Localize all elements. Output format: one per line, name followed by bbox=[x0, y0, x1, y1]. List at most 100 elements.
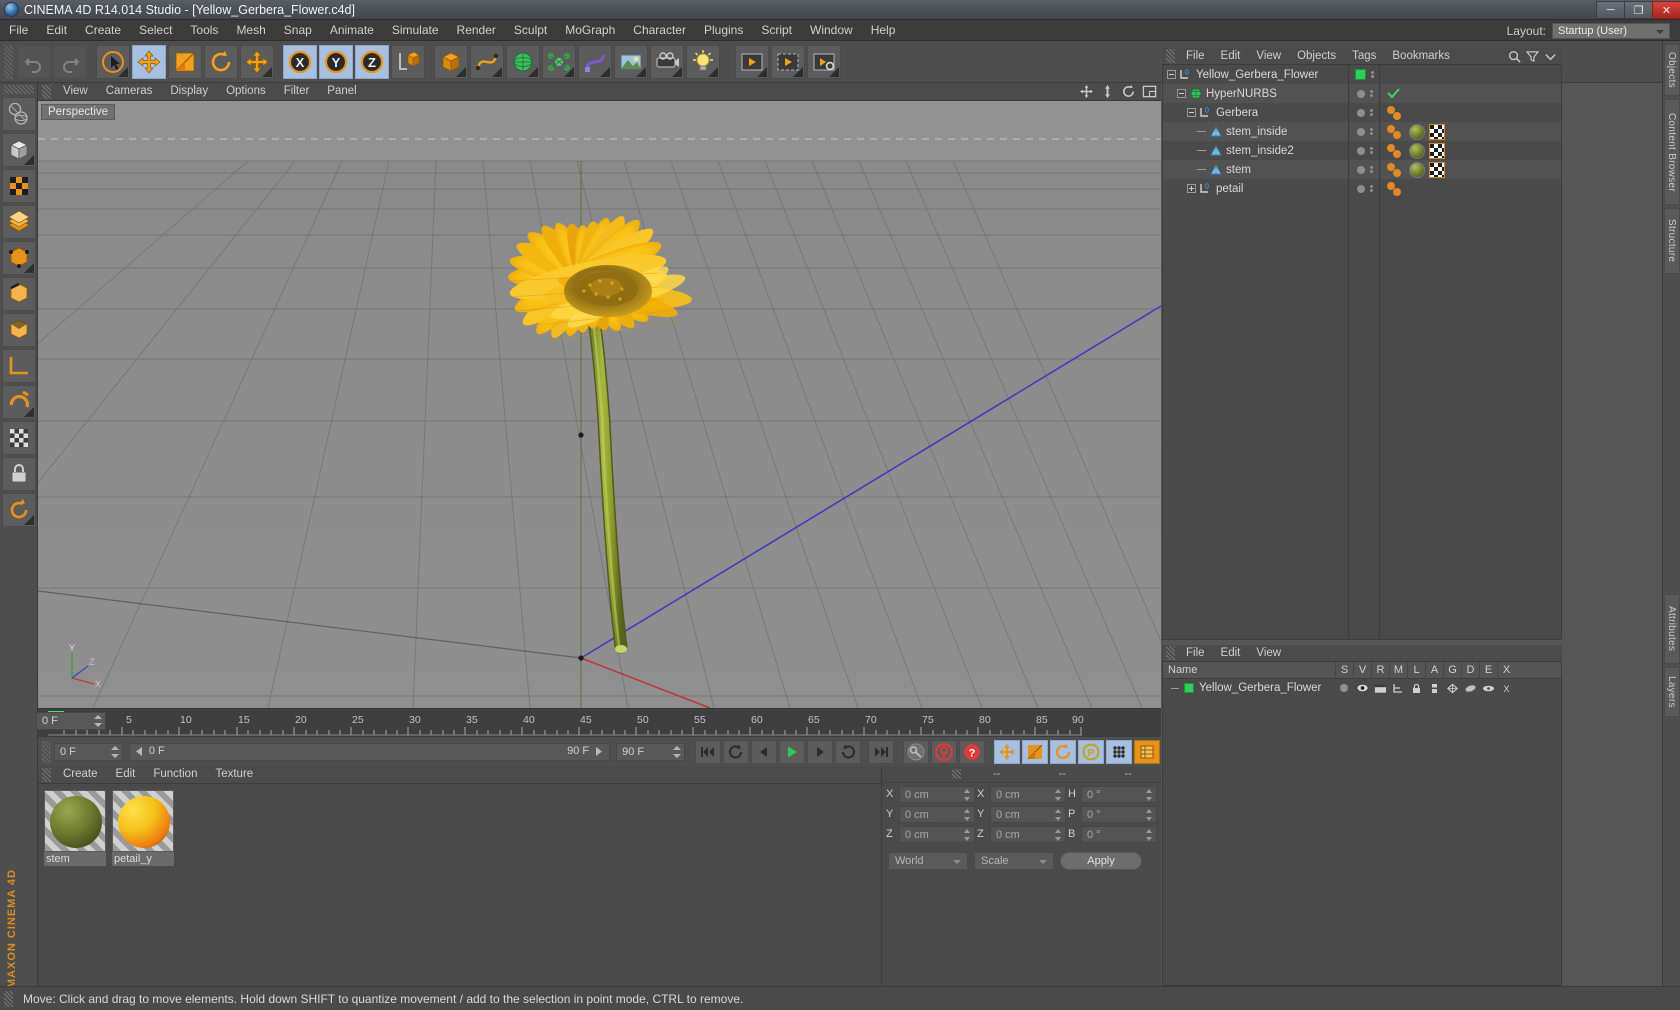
material-item[interactable]: stem bbox=[44, 790, 106, 866]
material-thumbnail[interactable] bbox=[112, 790, 174, 852]
visibility-dot-icon[interactable] bbox=[1356, 165, 1365, 174]
lm-menu-file[interactable]: File bbox=[1178, 645, 1213, 661]
axis-modify-button[interactable] bbox=[1, 493, 36, 527]
expander-toggle[interactable] bbox=[1187, 108, 1196, 117]
visibility-dot-icon[interactable] bbox=[1356, 89, 1365, 98]
layer-expression-cell[interactable] bbox=[1479, 684, 1497, 693]
minimize-button[interactable]: ─ bbox=[1596, 1, 1624, 19]
texture-axis-button[interactable] bbox=[1, 169, 36, 203]
visibility-dots-icon[interactable] bbox=[1371, 71, 1374, 78]
timeline-scrub-bar[interactable]: 0 F 90 F bbox=[128, 742, 611, 761]
mat-menu-function[interactable]: Function bbox=[144, 766, 206, 783]
coord-pos-x-field[interactable]: 0 cm bbox=[899, 785, 975, 803]
tags-row[interactable] bbox=[1381, 179, 1561, 198]
material-menubar-grip[interactable] bbox=[42, 767, 51, 782]
tags-row[interactable] bbox=[1381, 103, 1561, 122]
position-key-button[interactable] bbox=[994, 739, 1020, 764]
om-menu-objects[interactable]: Objects bbox=[1289, 48, 1344, 64]
dolly-icon[interactable] bbox=[1100, 84, 1115, 99]
mat-menu-create[interactable]: Create bbox=[54, 766, 107, 783]
menu-edit[interactable]: Edit bbox=[37, 20, 76, 41]
menu-character[interactable]: Character bbox=[624, 20, 695, 41]
tags-row[interactable] bbox=[1381, 65, 1561, 84]
om-menu-edit[interactable]: Edit bbox=[1213, 48, 1249, 64]
orange-tag-icon[interactable] bbox=[1393, 168, 1401, 177]
search-icon[interactable] bbox=[1508, 50, 1521, 63]
mat-menu-texture[interactable]: Texture bbox=[206, 766, 262, 783]
coord-size-z-field[interactable]: 0 cm bbox=[990, 825, 1066, 843]
layer-col-x[interactable]: X bbox=[1497, 661, 1515, 679]
expander-toggle[interactable] bbox=[1167, 70, 1176, 79]
menu-help[interactable]: Help bbox=[862, 20, 905, 41]
menu-tools[interactable]: Tools bbox=[181, 20, 227, 41]
dock-tab-objects[interactable]: Objects bbox=[1664, 44, 1680, 96]
layer-col-g[interactable]: G bbox=[1443, 661, 1461, 679]
scrub-left-icon[interactable] bbox=[133, 746, 146, 757]
layer-generator-cell[interactable] bbox=[1443, 683, 1461, 694]
current-frame-spinner[interactable] bbox=[110, 745, 119, 758]
lm-menu-view[interactable]: View bbox=[1248, 645, 1289, 661]
layer-color-swatch[interactable] bbox=[1184, 683, 1194, 693]
layer-col-e[interactable]: E bbox=[1479, 661, 1497, 679]
dock-tab-content-browser[interactable]: Content Browser bbox=[1664, 99, 1680, 205]
filter-icon[interactable] bbox=[1526, 50, 1539, 63]
world-coordinate-button[interactable] bbox=[391, 44, 425, 79]
rotate-tool-button[interactable] bbox=[204, 44, 238, 79]
camera-button[interactable] bbox=[650, 44, 684, 79]
visibility-row[interactable] bbox=[1350, 160, 1379, 179]
menu-plugins[interactable]: Plugins bbox=[695, 20, 752, 41]
deformer-button[interactable] bbox=[578, 44, 612, 79]
edge-mode-button[interactable] bbox=[1, 277, 36, 311]
enable-snap-button[interactable] bbox=[1, 385, 36, 419]
tag-group[interactable] bbox=[1387, 124, 1405, 140]
material-item[interactable]: petail_y bbox=[112, 790, 174, 866]
layer-lock-cell[interactable] bbox=[1407, 683, 1425, 694]
material-thumbnail[interactable] bbox=[44, 790, 106, 852]
layer-manager-body[interactable]: Name S V R M L A G D E X Yellow_Gerbera_… bbox=[1162, 661, 1562, 986]
orbit-icon[interactable] bbox=[1121, 84, 1136, 99]
visibility-dot-icon[interactable] bbox=[1356, 146, 1365, 155]
quantize-button[interactable] bbox=[1, 421, 36, 455]
play-button[interactable] bbox=[779, 739, 805, 764]
visibility-row[interactable] bbox=[1350, 103, 1379, 122]
maximize-button[interactable]: ❐ bbox=[1624, 1, 1652, 19]
object-row[interactable]: HyperNURBS bbox=[1163, 84, 1348, 103]
coord-rot-h-field[interactable]: 0 ° bbox=[1081, 785, 1157, 803]
menu-render[interactable]: Render bbox=[448, 20, 505, 41]
light-button[interactable] bbox=[686, 44, 720, 79]
close-button[interactable]: ✕ bbox=[1652, 1, 1680, 19]
autokey-button[interactable] bbox=[931, 739, 957, 764]
material-manager-body[interactable]: stem petail_y bbox=[38, 784, 881, 986]
layer-col-r[interactable]: R bbox=[1371, 661, 1389, 679]
layer-solo-cell[interactable] bbox=[1335, 684, 1353, 692]
lm-menu-edit[interactable]: Edit bbox=[1213, 645, 1249, 661]
visibility-dots-icon[interactable] bbox=[1369, 90, 1373, 97]
goto-end-button[interactable] bbox=[868, 739, 894, 764]
menu-window[interactable]: Window bbox=[801, 20, 862, 41]
orange-tag-icon[interactable] bbox=[1393, 111, 1401, 120]
keyframe-help-button[interactable]: ? bbox=[959, 739, 985, 764]
material-tag-icon[interactable] bbox=[1409, 142, 1425, 159]
environment-button[interactable] bbox=[614, 44, 648, 79]
vp-menu-options[interactable]: Options bbox=[217, 83, 275, 100]
primitive-cube-button[interactable] bbox=[434, 44, 468, 79]
om-menu-tags[interactable]: Tags bbox=[1344, 48, 1384, 64]
undo-button[interactable] bbox=[17, 44, 51, 79]
om-menu-view[interactable]: View bbox=[1248, 48, 1289, 64]
workplane-button[interactable] bbox=[1, 349, 36, 383]
point-mode-button[interactable] bbox=[1, 241, 36, 275]
visibility-row[interactable] bbox=[1350, 179, 1379, 198]
coord-pos-y-field[interactable]: 0 cm bbox=[899, 805, 975, 823]
orange-tag-icon[interactable] bbox=[1393, 187, 1401, 196]
coordinate-grip[interactable] bbox=[951, 769, 961, 779]
layer-color-swatch[interactable] bbox=[1355, 69, 1366, 80]
axis-z-button[interactable]: Z bbox=[355, 44, 389, 79]
render-region-button[interactable] bbox=[771, 44, 805, 79]
visibility-row[interactable] bbox=[1350, 141, 1379, 160]
tags-row[interactable] bbox=[1381, 160, 1561, 179]
uvw-tag-icon[interactable] bbox=[1429, 161, 1445, 178]
play-loop-button[interactable] bbox=[723, 739, 749, 764]
visibility-dots-icon[interactable] bbox=[1369, 128, 1373, 135]
coordinate-system-dropdown[interactable]: World bbox=[888, 852, 968, 870]
layer-col-a[interactable]: A bbox=[1425, 661, 1443, 679]
